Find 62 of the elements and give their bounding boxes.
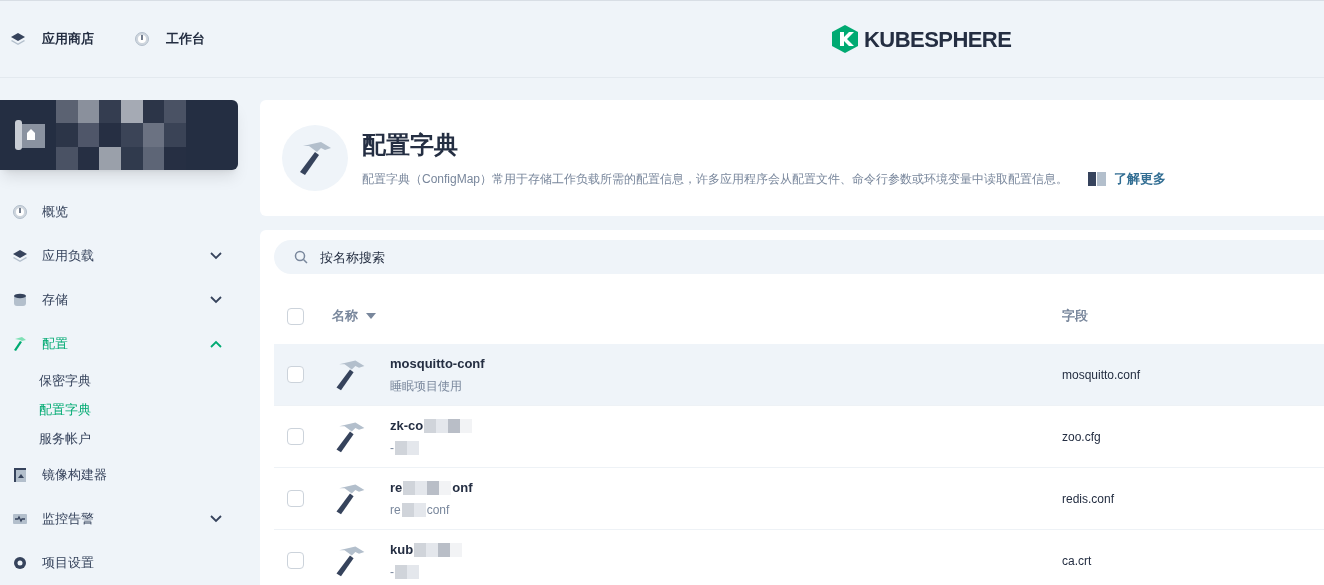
config-description: 睡眠项目使用 bbox=[390, 378, 462, 396]
sidebar-item[interactable]: 镜像构建器 bbox=[0, 453, 260, 497]
config-description: - bbox=[390, 440, 394, 458]
row-checkbox[interactable] bbox=[287, 490, 304, 507]
workspace-card[interactable] bbox=[0, 100, 238, 170]
search-icon bbox=[294, 250, 308, 264]
config-description: re bbox=[390, 502, 401, 520]
layers-icon bbox=[10, 31, 26, 47]
sidebar-item[interactable]: 监控告警 bbox=[0, 497, 260, 541]
chevron-up-icon bbox=[210, 340, 222, 348]
column-header: 字段 bbox=[1062, 308, 1088, 324]
submenu-item[interactable]: 保密字典 bbox=[0, 366, 260, 395]
learn-more-link[interactable]: 了解更多 bbox=[1088, 169, 1167, 189]
page-title: 配置字典 bbox=[362, 130, 459, 161]
sidebar-item[interactable]: 概览 bbox=[0, 190, 260, 234]
row-checkbox[interactable] bbox=[287, 428, 304, 445]
chevron-down-icon bbox=[210, 252, 222, 260]
project-icon bbox=[14, 118, 48, 152]
field-name: ca.crt bbox=[1062, 552, 1092, 570]
dial-icon bbox=[12, 204, 28, 220]
select-all-checkbox[interactable] bbox=[287, 307, 304, 325]
hammer-icon bbox=[12, 336, 28, 352]
pixelated-mosaic bbox=[395, 565, 419, 580]
column-header[interactable]: 名称 bbox=[332, 306, 358, 326]
chevron-down-icon bbox=[210, 296, 222, 304]
nav-link[interactable]: 工作台 bbox=[134, 29, 205, 49]
sidebar-item[interactable]: 项目设置 bbox=[0, 541, 260, 585]
dial-icon bbox=[134, 31, 150, 47]
pixelated-mosaic bbox=[414, 542, 463, 557]
pixelated-mosaic bbox=[401, 503, 426, 518]
config-name: mosquitto-conf bbox=[390, 354, 485, 373]
chevron-down-icon bbox=[210, 515, 222, 523]
field-name: zoo.cfg bbox=[1062, 428, 1101, 446]
config-description: conf bbox=[426, 502, 450, 520]
config-name: onf bbox=[452, 478, 473, 497]
book-icon bbox=[1088, 172, 1107, 186]
search-field[interactable]: 按名称搜索 bbox=[274, 240, 1324, 274]
row-checkbox[interactable] bbox=[287, 552, 304, 569]
field-name: redis.conf bbox=[1062, 490, 1115, 508]
logo-icon bbox=[830, 24, 860, 54]
pixelated-mosaic bbox=[395, 441, 419, 456]
sort-caret-icon[interactable] bbox=[366, 313, 376, 319]
config-description: - bbox=[390, 564, 394, 582]
pulse-icon bbox=[12, 511, 28, 527]
logo-text: KUBESPHERE bbox=[864, 25, 1012, 54]
image-box-icon bbox=[12, 467, 28, 483]
config-name: re bbox=[390, 478, 403, 497]
sidebar-item[interactable]: 应用负载 bbox=[0, 234, 260, 278]
sidebar-item[interactable]: 存储 bbox=[0, 278, 260, 322]
pixelated-mosaic bbox=[424, 418, 473, 433]
database-icon bbox=[12, 292, 28, 308]
submenu-item[interactable]: 服务帐户 bbox=[0, 424, 260, 453]
pixelated-mosaic bbox=[403, 480, 452, 495]
gear-icon bbox=[12, 555, 28, 571]
config-name: kub bbox=[390, 540, 414, 559]
field-name: mosquitto.conf bbox=[1062, 366, 1141, 384]
table-row[interactable]: mosquitto-conf 睡眠项目使用 mosquitto.conf bbox=[274, 344, 1324, 406]
row-checkbox[interactable] bbox=[287, 366, 304, 383]
nav-link[interactable]: 应用商店 bbox=[10, 29, 94, 49]
config-name: zk-co bbox=[390, 416, 424, 435]
layers-icon bbox=[12, 248, 28, 264]
page-description: 配置字典（ConfigMap）常用于存储工作负载所需的配置信息，许多应用程序会从配置文件、命令行参数或环境变量中读取配置信息。 bbox=[362, 171, 1069, 188]
